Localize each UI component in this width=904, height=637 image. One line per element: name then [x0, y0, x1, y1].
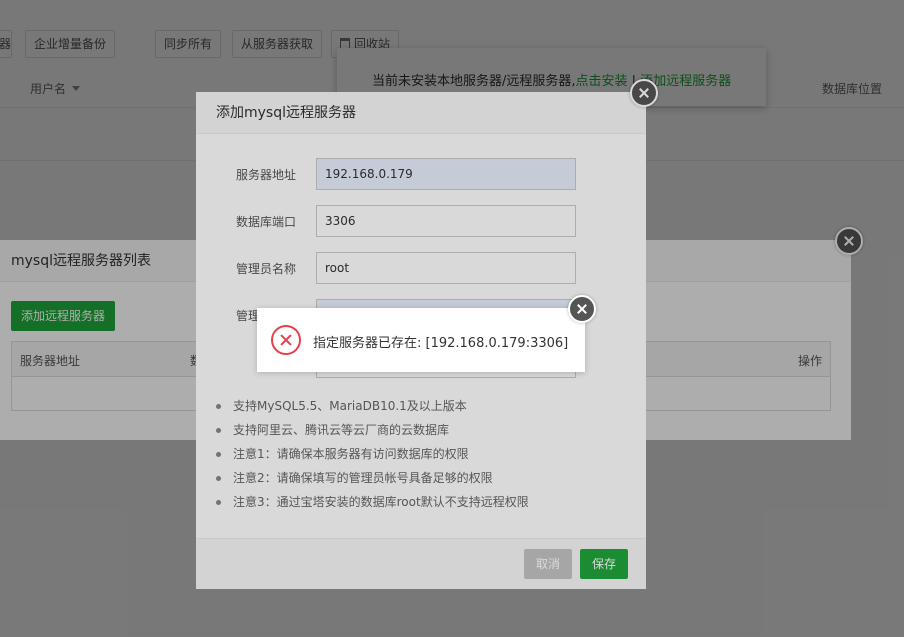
error-message-text: 指定服务器已存在: [192.168.0.179:3306] [313, 336, 569, 351]
close-icon[interactable] [568, 295, 596, 323]
error-message-box: 指定服务器已存在: [192.168.0.179:3306] [257, 308, 585, 372]
error-icon [271, 325, 301, 355]
